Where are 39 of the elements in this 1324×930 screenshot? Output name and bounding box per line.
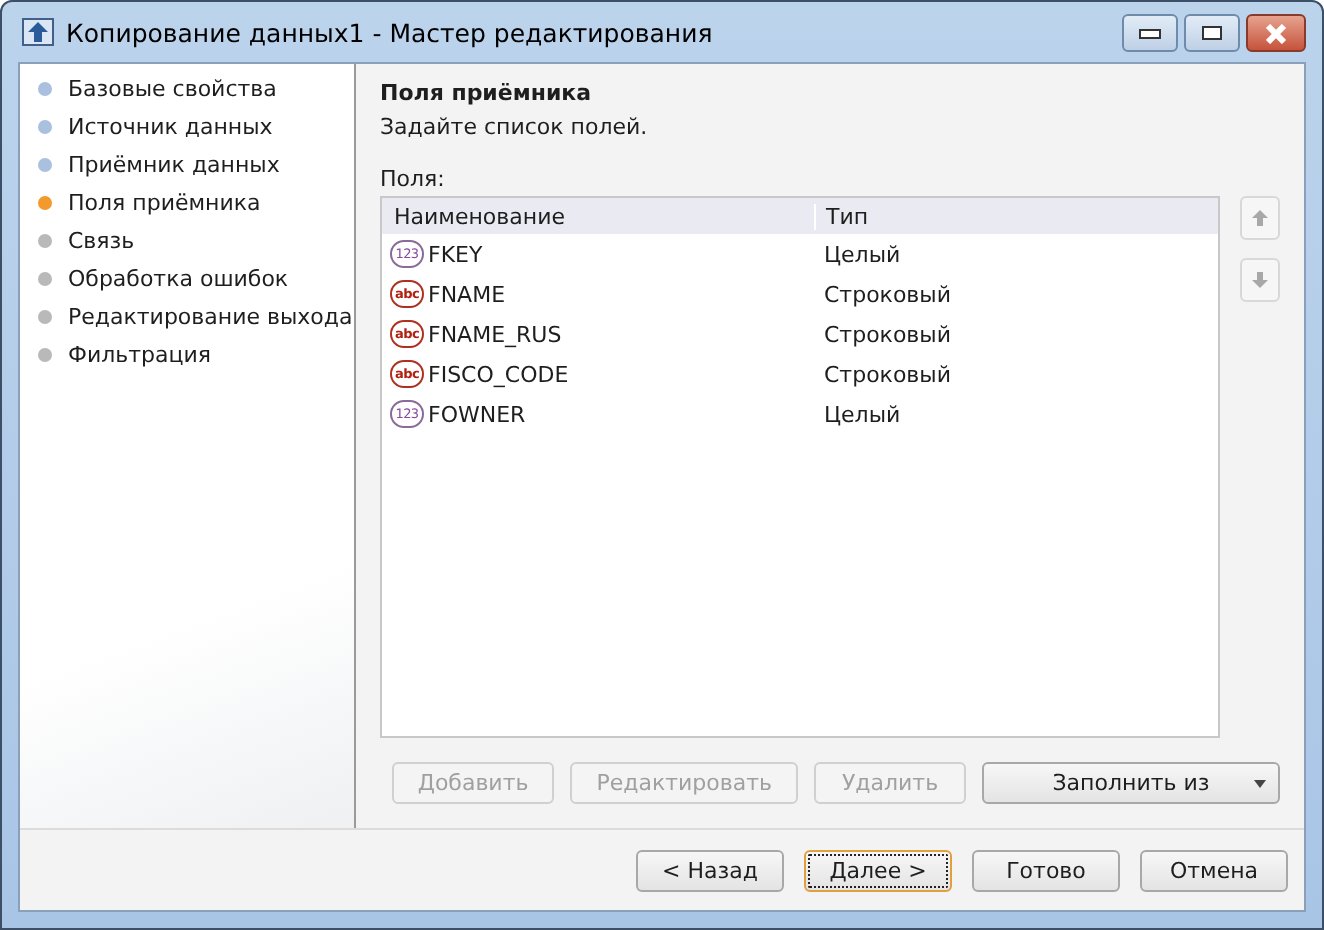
close-button[interactable]	[1246, 14, 1306, 52]
column-header[interactable]: Тип	[816, 203, 869, 229]
field-type: Строковый	[824, 321, 951, 347]
step-item[interactable]: Фильтрация	[68, 342, 212, 368]
nav-button[interactable]: Далее >	[804, 849, 952, 891]
window-icon	[22, 18, 54, 46]
nav-button[interactable]: Отмена	[1140, 849, 1288, 891]
field-type: Целый	[824, 401, 901, 427]
page-title: Поля приёмника	[380, 80, 594, 106]
list-label: Поля:	[380, 166, 447, 192]
caret-icon	[1254, 780, 1266, 788]
field-name: FOWNER	[428, 401, 526, 427]
up-arrow-icon	[1252, 210, 1268, 226]
nav-button[interactable]: Готово	[972, 849, 1120, 891]
step-item[interactable]: Источник данных	[68, 114, 273, 140]
field-type: Строковый	[824, 281, 951, 307]
minimize-icon	[1138, 27, 1162, 39]
field-name: FISCO_CODE	[428, 361, 569, 387]
step-item[interactable]: Приёмник данных	[68, 152, 280, 178]
dropdown-button[interactable]: Заполнить из	[982, 762, 1280, 804]
maximize-icon	[1200, 24, 1224, 42]
step-item[interactable]: Связь	[68, 228, 135, 254]
minimize-button[interactable]	[1122, 14, 1178, 52]
step-item[interactable]: Редактирование выхода	[68, 304, 353, 330]
step-item[interactable]: Базовые свойства	[68, 76, 277, 102]
maximize-button[interactable]	[1184, 14, 1240, 52]
down-arrow-icon	[1252, 272, 1268, 288]
field-name: FNAME	[428, 281, 506, 307]
close-icon	[1262, 23, 1290, 43]
field-type: Целый	[824, 241, 901, 267]
field-name: FNAME_RUS	[428, 321, 562, 347]
step-item[interactable]: Поля приёмника	[68, 190, 261, 216]
field-name: FKEY	[428, 241, 483, 267]
window-title: Копирование данных1 - Мастер редактирования	[66, 17, 713, 47]
field-type: Строковый	[824, 361, 951, 387]
page-subtitle: Задайте список полей.	[380, 114, 650, 140]
step-item[interactable]: Обработка ошибок	[68, 266, 289, 292]
column-header[interactable]: Наименование	[382, 203, 816, 229]
nav-button[interactable]: < Назад	[636, 849, 784, 891]
